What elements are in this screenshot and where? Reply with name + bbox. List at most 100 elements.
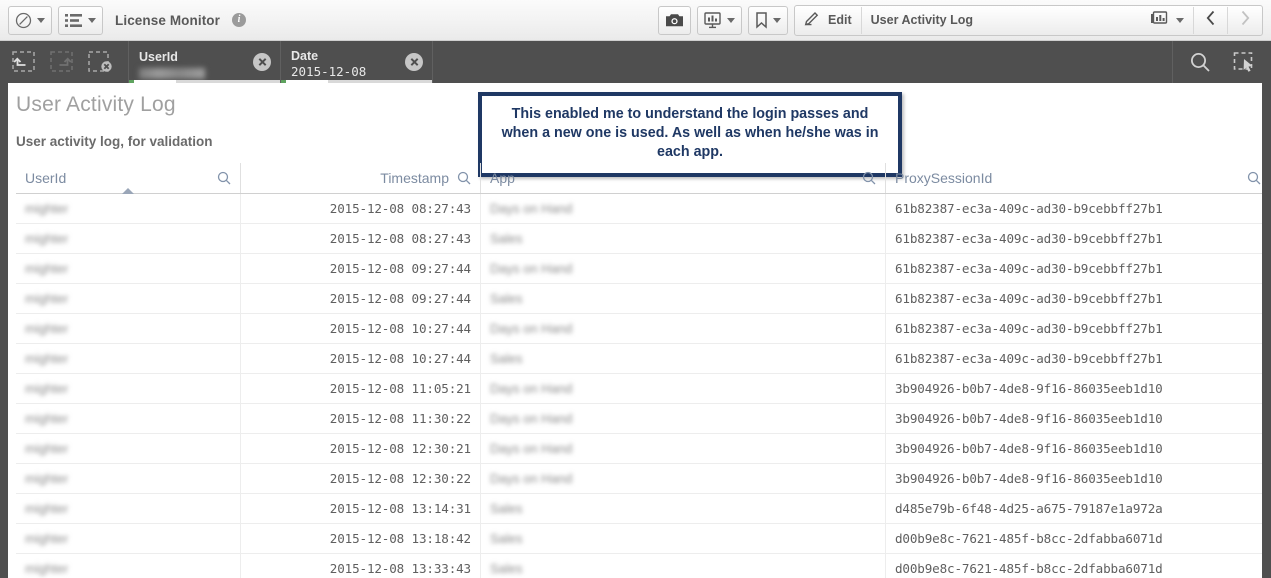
table-cell-timestamp[interactable]: 2015-12-08 08:27:43 — [241, 224, 481, 253]
table-cell-app[interactable]: Days on Hand — [481, 464, 886, 493]
search-icon[interactable] — [1247, 171, 1261, 185]
table-cell-timestamp[interactable]: 2015-12-08 12:30:21 — [241, 434, 481, 463]
table-row[interactable]: mighter 2015-12-08 09:27:44 Sales 61b82387-… — [16, 284, 1262, 314]
table-cell-proxysessionid[interactable]: 3b904926-b0b7-4de8-9f16-86035eeb1d10 — [886, 464, 1262, 493]
table-cell-userid[interactable]: mighter — [16, 254, 241, 283]
sheet-name-label: User Activity Log — [870, 13, 973, 27]
table-cell-userid[interactable]: mighter — [16, 464, 241, 493]
column-header-userid[interactable]: UserId — [16, 163, 241, 194]
table-cell-timestamp[interactable]: 2015-12-08 08:27:43 — [241, 194, 481, 223]
column-header-label: Timestamp — [380, 170, 449, 186]
table-cell-proxysessionid[interactable]: 61b82387-ec3a-409c-ad30-b9cebbff27b1 — [886, 344, 1262, 373]
table-cell-timestamp[interactable]: 2015-12-08 13:18:42 — [241, 524, 481, 553]
redacted-user-id: mighter — [25, 201, 69, 216]
table-cell-userid[interactable]: mighter — [16, 284, 241, 313]
table-cell-timestamp[interactable]: 2015-12-08 09:27:44 — [241, 254, 481, 283]
stage-left-edge — [0, 83, 8, 578]
table-cell-proxysessionid[interactable]: 61b82387-ec3a-409c-ad30-b9cebbff27b1 — [886, 194, 1262, 223]
info-icon[interactable]: i — [232, 13, 247, 27]
search-icon[interactable] — [862, 171, 876, 185]
selection-step-back-icon[interactable] — [12, 51, 36, 73]
table-cell-userid[interactable]: mighter — [16, 194, 241, 223]
table-cell-timestamp[interactable]: 2015-12-08 09:27:44 — [241, 284, 481, 313]
table-cell-app[interactable]: Days on Hand — [481, 254, 886, 283]
table-row[interactable]: mighter 2015-12-08 13:18:42 Sales d00b9e8c-… — [16, 524, 1262, 554]
sheet-name-selector[interactable]: User Activity Log — [862, 6, 1194, 34]
table-row[interactable]: mighter 2015-12-08 13:33:43 Sales d00b9e8c-… — [16, 554, 1262, 578]
next-sheet-button[interactable] — [1228, 7, 1262, 34]
table-cell-app[interactable]: Days on Hand — [481, 434, 886, 463]
navigation-menu-button[interactable] — [8, 5, 52, 35]
selection-step-forward-icon[interactable] — [50, 51, 74, 73]
table-cell-proxysessionid[interactable]: d00b9e8c-7621-485f-b8cc-2dfabba6071d — [886, 524, 1262, 553]
table-cell-timestamp[interactable]: 2015-12-08 13:33:43 — [241, 554, 481, 578]
table-cell-app[interactable]: Sales — [481, 554, 886, 578]
column-header-proxysessionid[interactable]: ProxySessionId — [886, 163, 1262, 193]
table-cell-proxysessionid[interactable]: 61b82387-ec3a-409c-ad30-b9cebbff27b1 — [886, 314, 1262, 343]
table-row[interactable]: mighter 2015-12-08 11:30:22 Days on Hand 3b… — [16, 404, 1262, 434]
selection-chip-userid[interactable]: UserId — [129, 41, 281, 83]
table-cell-app[interactable]: Days on Hand — [481, 374, 886, 403]
clear-selection-icon[interactable] — [253, 53, 271, 71]
column-header-app[interactable]: App — [481, 163, 886, 193]
table-cell-app[interactable]: Sales — [481, 344, 886, 373]
table-cell-timestamp[interactable]: 2015-12-08 11:05:21 — [241, 374, 481, 403]
table-cell-app[interactable]: Sales — [481, 494, 886, 523]
selection-chip-date[interactable]: Date 2015-12-08 — [281, 41, 433, 83]
table-cell-timestamp[interactable]: 2015-12-08 13:14:31 — [241, 494, 481, 523]
search-icon[interactable] — [217, 171, 231, 185]
table-cell-timestamp[interactable]: 2015-12-08 10:27:44 — [241, 344, 481, 373]
search-icon[interactable] — [457, 171, 471, 185]
table-row[interactable]: mighter 2015-12-08 13:14:31 Sales d485e79b-… — [16, 494, 1262, 524]
table-row[interactable]: mighter 2015-12-08 12:30:21 Days on Hand 3b… — [16, 434, 1262, 464]
table-cell-proxysessionid[interactable]: d485e79b-6f48-4d25-a675-79187e1a972a — [886, 494, 1262, 523]
table-cell-userid[interactable]: mighter — [16, 554, 241, 578]
table-cell-proxysessionid[interactable]: d00b9e8c-7621-485f-b8cc-2dfabba6071d — [886, 554, 1262, 578]
table-cell-app[interactable]: Sales — [481, 524, 886, 553]
sheet-list-button[interactable] — [58, 5, 103, 35]
table-cell-app[interactable]: Sales — [481, 224, 886, 253]
table-cell-timestamp[interactable]: 2015-12-08 11:30:22 — [241, 404, 481, 433]
search-icon[interactable] — [1189, 51, 1211, 73]
table-row[interactable]: mighter 2015-12-08 08:27:43 Sales 61b82387-… — [16, 224, 1262, 254]
table-cell-userid[interactable]: mighter — [16, 404, 241, 433]
table-cell-proxysessionid[interactable]: 61b82387-ec3a-409c-ad30-b9cebbff27b1 — [886, 254, 1262, 283]
table-cell-userid[interactable]: mighter — [16, 434, 241, 463]
table-cell-userid[interactable]: mighter — [16, 344, 241, 373]
table-cell-userid[interactable]: mighter — [16, 524, 241, 553]
edit-button[interactable]: Edit — [795, 6, 862, 34]
redacted-user-id: mighter — [25, 441, 69, 456]
table-cell-proxysessionid[interactable]: 61b82387-ec3a-409c-ad30-b9cebbff27b1 — [886, 284, 1262, 313]
column-header-timestamp[interactable]: Timestamp — [241, 163, 481, 193]
camera-icon — [665, 12, 684, 28]
previous-sheet-button[interactable] — [1194, 6, 1228, 34]
selection-clear-all-icon[interactable] — [88, 51, 114, 73]
table-cell-userid[interactable]: mighter — [16, 314, 241, 343]
table-cell-proxysessionid[interactable]: 61b82387-ec3a-409c-ad30-b9cebbff27b1 — [886, 224, 1262, 253]
snapshot-button[interactable] — [658, 5, 692, 35]
table-cell-timestamp[interactable]: 2015-12-08 12:30:22 — [241, 464, 481, 493]
table-cell-userid[interactable]: mighter — [16, 494, 241, 523]
table-cell-proxysessionid[interactable]: 3b904926-b0b7-4de8-9f16-86035eeb1d10 — [886, 374, 1262, 403]
storytelling-button[interactable] — [697, 5, 743, 35]
redacted-app-name: Days on Hand — [490, 201, 573, 216]
table-row[interactable]: mighter 2015-12-08 10:27:44 Sales 61b82387-… — [16, 344, 1262, 374]
table-cell-proxysessionid[interactable]: 3b904926-b0b7-4de8-9f16-86035eeb1d10 — [886, 434, 1262, 463]
table-cell-app[interactable]: Days on Hand — [481, 314, 886, 343]
table-cell-userid[interactable]: mighter — [16, 374, 241, 403]
table-cell-userid[interactable]: mighter — [16, 224, 241, 253]
sheet-canvas: User Activity Log User activity log, for… — [8, 83, 1262, 578]
table-row[interactable]: mighter 2015-12-08 08:27:43 Days on Hand 61… — [16, 194, 1262, 224]
selections-tool-icon[interactable] — [1233, 51, 1255, 73]
bookmark-button[interactable] — [748, 5, 789, 35]
table-row[interactable]: mighter 2015-12-08 09:27:44 Days on Hand 61… — [16, 254, 1262, 284]
table-cell-app[interactable]: Days on Hand — [481, 194, 886, 223]
table-row[interactable]: mighter 2015-12-08 12:30:22 Days on Hand 3b… — [16, 464, 1262, 494]
clear-selection-icon[interactable] — [405, 53, 423, 71]
table-cell-app[interactable]: Sales — [481, 284, 886, 313]
table-cell-proxysessionid[interactable]: 3b904926-b0b7-4de8-9f16-86035eeb1d10 — [886, 404, 1262, 433]
table-row[interactable]: mighter 2015-12-08 10:27:44 Days on Hand 61… — [16, 314, 1262, 344]
table-cell-app[interactable]: Days on Hand — [481, 404, 886, 433]
table-cell-timestamp[interactable]: 2015-12-08 10:27:44 — [241, 314, 481, 343]
table-row[interactable]: mighter 2015-12-08 11:05:21 Days on Hand 3b… — [16, 374, 1262, 404]
